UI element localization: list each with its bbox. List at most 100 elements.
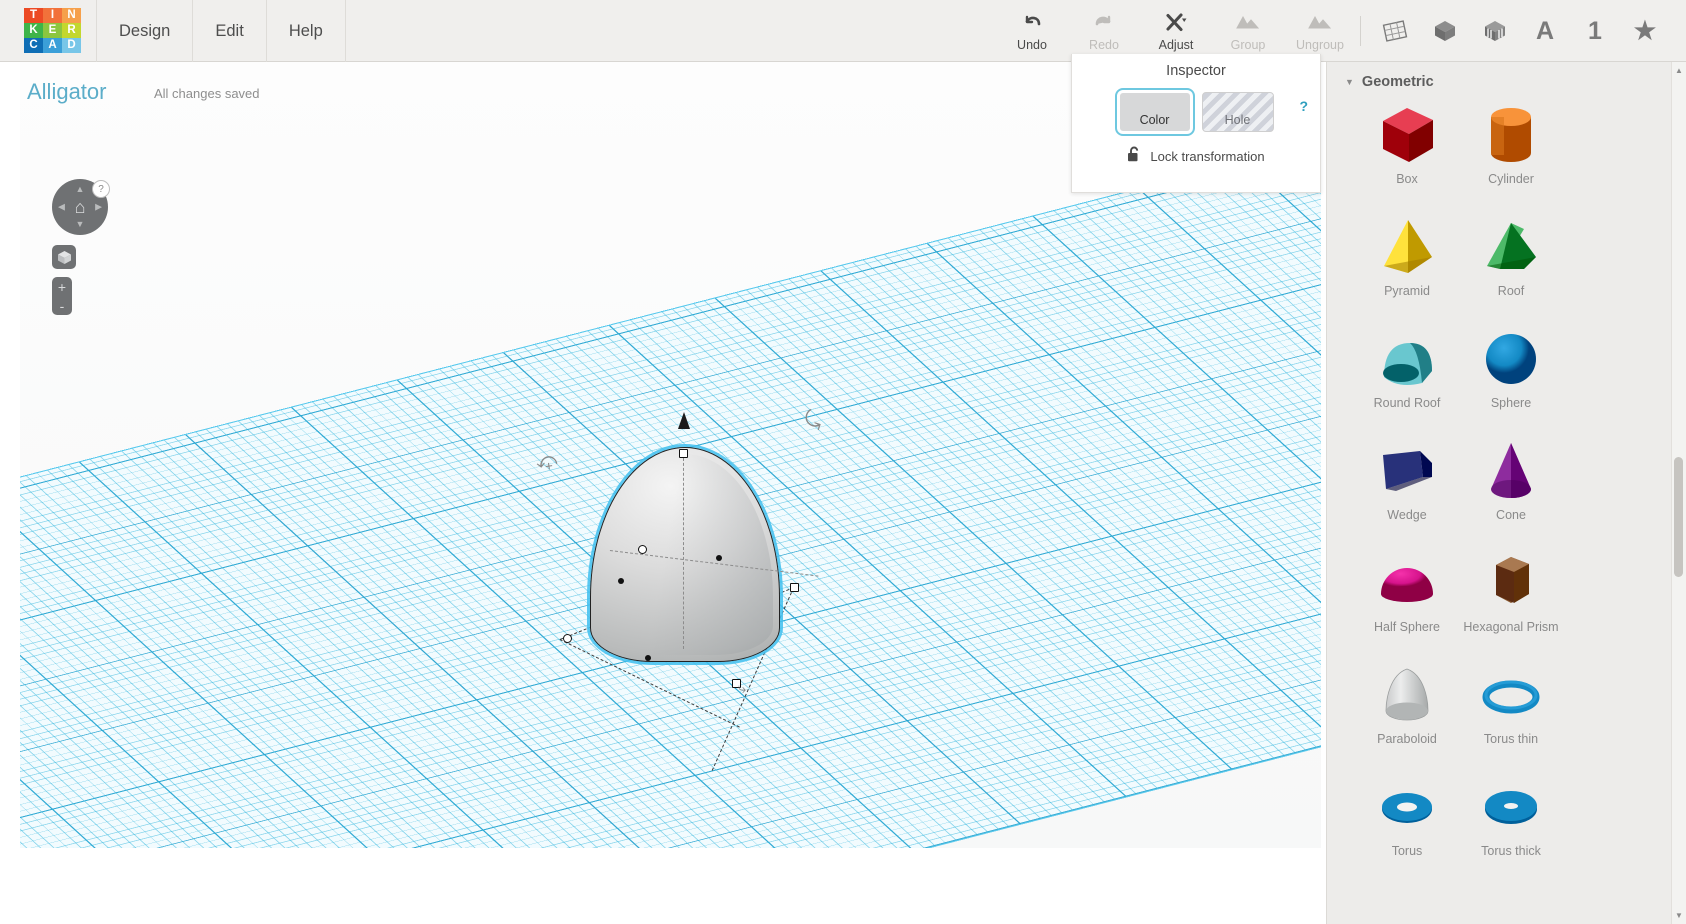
workplane-icon[interactable]	[1378, 14, 1412, 48]
project-title[interactable]: Alligator	[27, 79, 106, 105]
shape-item-torus-thick[interactable]: Torus thick	[1459, 768, 1563, 880]
shape-item-round-roof[interactable]: Round Roof	[1355, 320, 1459, 432]
scale-handle-left[interactable]	[563, 634, 572, 643]
adjust-label: Adjust	[1158, 37, 1194, 52]
logo-tile-d: D	[62, 38, 81, 53]
roof-icon	[1473, 208, 1549, 288]
shapes-grid: Box Cylinder Pyramid Roof Round Roof Sphere We…	[1327, 96, 1686, 880]
shape-label: Hexagonal Prism	[1463, 620, 1559, 634]
orbit-up-arrow[interactable]: ▲	[76, 185, 85, 194]
shape-item-wedge[interactable]: Wedge	[1355, 432, 1459, 544]
canvas-bottom-margin	[0, 848, 1326, 924]
rotate-handle-left[interactable]: ⤽	[535, 449, 559, 475]
save-status-label: All changes saved	[154, 86, 260, 101]
shape-label: Box	[1396, 172, 1418, 186]
paraboloid-body[interactable]	[590, 447, 780, 662]
group-label: Group	[1230, 37, 1266, 52]
inspector-title: Inspector	[1166, 63, 1226, 79]
torusthick-icon	[1473, 768, 1549, 848]
torus-icon	[1369, 768, 1445, 848]
lock-transformation-row[interactable]: Lock transformation	[1072, 146, 1320, 166]
menu-item-help[interactable]: Help	[267, 0, 346, 62]
solid-cube-icon-svg	[1435, 21, 1455, 41]
canvas-help-icon[interactable]: ?	[92, 180, 110, 198]
shape-item-pyramid[interactable]: Pyramid	[1355, 208, 1459, 320]
zoom-in-button[interactable]: +	[52, 277, 72, 296]
shape-item-half-sphere[interactable]: Half Sphere	[1355, 544, 1459, 656]
shape-label: Cylinder	[1488, 172, 1534, 186]
orbit-right-arrow[interactable]: ▶	[95, 202, 102, 212]
radius-marker	[716, 555, 722, 561]
menu-item-edit[interactable]: Edit	[193, 0, 267, 62]
number-tool-icon[interactable]: 1	[1578, 14, 1612, 48]
scroll-down-arrow-icon[interactable]: ▼	[1675, 911, 1683, 920]
scrollbar-thumb[interactable]	[1674, 457, 1683, 577]
shape-item-roof[interactable]: Roof	[1459, 208, 1563, 320]
shape-label: Sphere	[1490, 396, 1532, 410]
adjust-button[interactable]: Adjust	[1140, 0, 1212, 62]
move-up-arrow-handle[interactable]	[678, 412, 690, 429]
unlocked-padlock-icon[interactable]	[1127, 146, 1142, 166]
undo-label: Undo	[1017, 37, 1047, 52]
center-axis-guide	[683, 453, 684, 649]
tinkercad-logo[interactable]: TIN KER CAD	[24, 8, 81, 53]
torusthin-icon	[1473, 656, 1549, 736]
shape-label: Roof	[1497, 284, 1525, 298]
roundroof-icon	[1369, 320, 1445, 400]
text-tool-icon[interactable]: A	[1528, 14, 1562, 48]
shape-label: Torus thick	[1481, 844, 1541, 858]
scroll-up-arrow-icon[interactable]: ▲	[1675, 66, 1683, 75]
radius-handle[interactable]	[638, 545, 647, 554]
shape-item-hexagonal-prism[interactable]: Hexagonal Prism	[1459, 544, 1563, 656]
ruler-cube-icon-svg	[1485, 21, 1505, 41]
menu-item-design[interactable]: Design	[96, 0, 194, 62]
padlock-svg	[1128, 146, 1139, 162]
cube-glyph-svg	[57, 250, 71, 264]
shape-item-torus[interactable]: Torus	[1355, 768, 1459, 880]
shape-item-torus-thin[interactable]: Torus thin	[1459, 656, 1563, 768]
shape-label: Half Sphere	[1373, 620, 1440, 634]
zoom-out-button[interactable]: -	[52, 296, 72, 315]
redo-icon	[1093, 11, 1115, 35]
shape-item-box[interactable]: Box	[1355, 96, 1459, 208]
shapes-library-panel: ▼ Geometric Box Cylinder Pyramid Roof Round …	[1326, 62, 1686, 924]
home-view-icon[interactable]: ⌂	[75, 198, 86, 216]
shape-item-cone[interactable]: Cone	[1459, 432, 1563, 544]
shape-item-sphere[interactable]: Sphere	[1459, 320, 1563, 432]
shape-item-paraboloid[interactable]: Paraboloid	[1355, 656, 1459, 768]
scale-handle-right[interactable]	[790, 583, 799, 592]
cone-icon	[1473, 432, 1549, 512]
chevron-down-icon[interactable]: ▼	[1345, 77, 1354, 87]
color-swatch-button[interactable]: Color	[1114, 88, 1195, 136]
undo-button[interactable]: Undo	[996, 0, 1068, 62]
sphere-icon	[1473, 320, 1549, 400]
rotate-handle-bottom[interactable]: ⤷	[738, 680, 746, 697]
adjust-icon	[1164, 11, 1188, 35]
shapes-panel-scrollbar[interactable]: ▲ ▼	[1671, 62, 1686, 924]
cylinder-icon	[1473, 96, 1549, 176]
box-icon	[1369, 96, 1445, 176]
wedge-icon	[1369, 432, 1445, 512]
tinkercad-app: TINKERCAD Design Edit Help Undo Redo Adjust G…	[0, 0, 1686, 924]
logo-tile-k: K	[24, 23, 43, 38]
workplane-icon-svg	[1382, 20, 1408, 42]
logo-tile-t: T	[24, 8, 43, 23]
undo-icon	[1021, 11, 1043, 35]
fit-to-view-cube-icon[interactable]	[52, 245, 76, 269]
paraboloid-object[interactable]	[590, 447, 819, 662]
shape-item-cylinder[interactable]: Cylinder	[1459, 96, 1563, 208]
inspector-help-icon[interactable]: ?	[1299, 98, 1308, 114]
orbit-down-arrow[interactable]: ▼	[76, 220, 85, 229]
hole-swatch-button[interactable]: Hole	[1201, 92, 1274, 132]
favorites-star-icon[interactable]: ★	[1628, 14, 1662, 48]
top-toolbar: TINKERCAD Design Edit Help Undo Redo Adjust G…	[0, 0, 1686, 62]
zoom-controls: + -	[52, 277, 72, 315]
height-handle[interactable]	[679, 449, 688, 458]
ruler-cube-icon[interactable]	[1478, 14, 1512, 48]
shapes-section-header[interactable]: ▼ Geometric	[1327, 62, 1686, 96]
shapes-section-title: Geometric	[1361, 74, 1434, 90]
lock-transformation-label: Lock transformation	[1150, 148, 1265, 164]
solid-cube-icon[interactable]	[1428, 14, 1462, 48]
orbit-left-arrow[interactable]: ◀	[58, 202, 65, 212]
main-menu: Design Edit Help	[96, 0, 346, 62]
